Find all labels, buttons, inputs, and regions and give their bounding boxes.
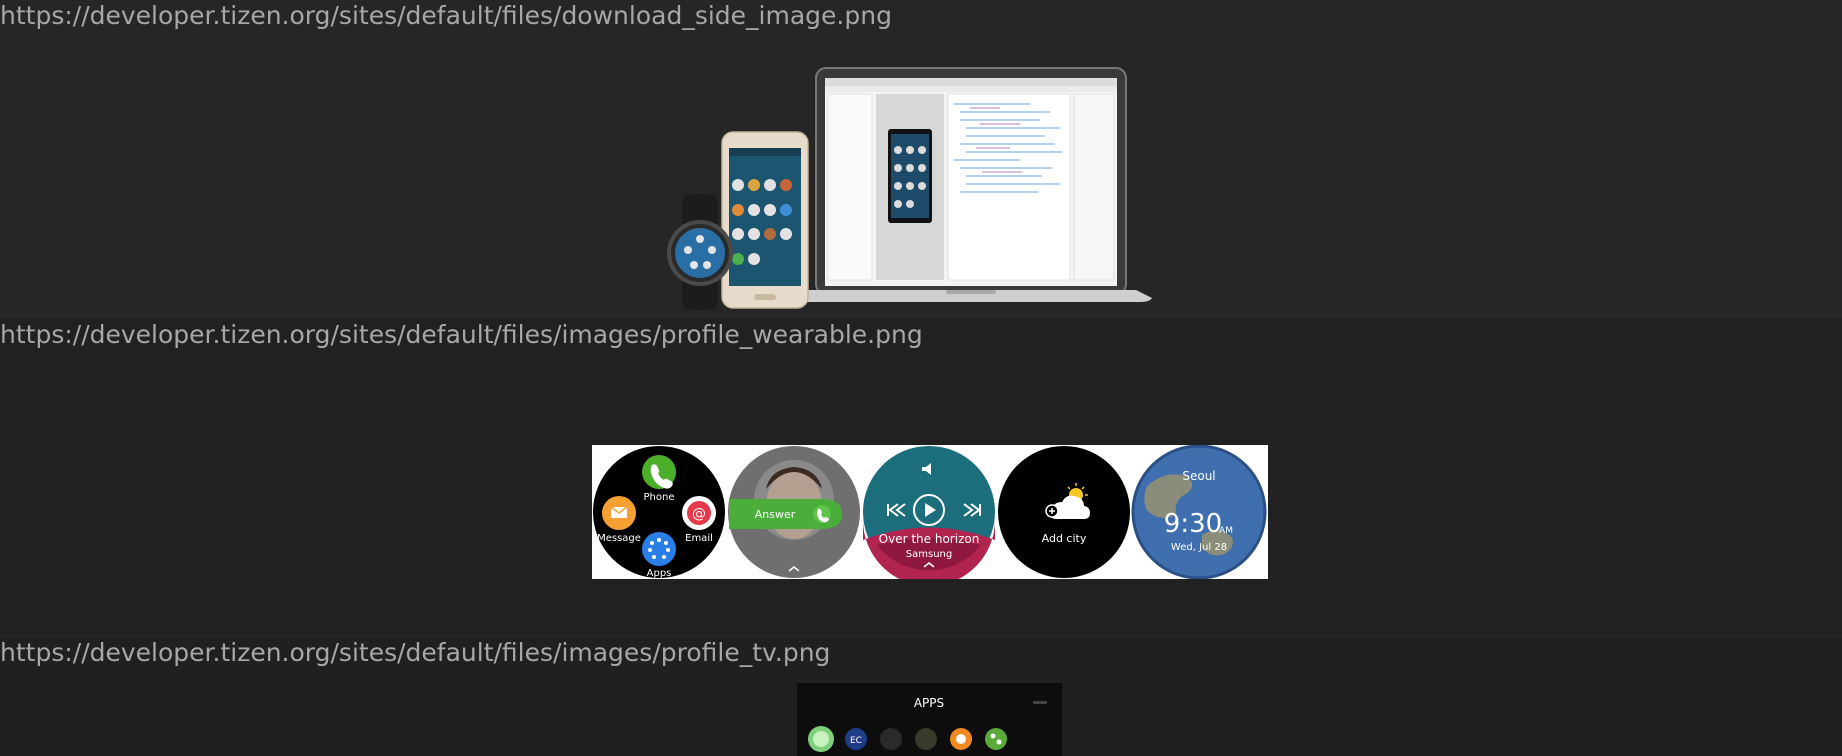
date-label: Wed, Jul 28 — [1171, 542, 1227, 553]
image-section-wearable: https://developer.tizen.org/sites/defaul… — [0, 316, 1842, 637]
city-label: Seoul — [1182, 469, 1215, 483]
phone-illustration — [721, 131, 809, 309]
image-section-tv: https://developer.tizen.org/sites/defaul… — [0, 636, 1842, 756]
devices-image — [650, 64, 1190, 314]
image-url-label: https://developer.tizen.org/sites/defaul… — [0, 638, 831, 667]
watch-weather-screen: Add city — [998, 446, 1130, 578]
tv-apps-title: APPS — [914, 696, 944, 710]
app-icon — [880, 728, 902, 750]
image-url-label: https://developer.tizen.org/sites/defaul… — [0, 320, 923, 349]
time-label: 9:30 — [1164, 509, 1222, 539]
answer-label: Answer — [755, 508, 796, 521]
app-icon — [915, 728, 937, 750]
apps-label: Apps — [647, 568, 672, 579]
email-label: Email — [685, 533, 713, 544]
watch-clock-screen: Seoul 9:30 AM Wed, Jul 28 — [1131, 445, 1267, 579]
apps-icon — [642, 532, 676, 566]
phone-label: Phone — [644, 492, 675, 503]
svg-text:@: @ — [692, 506, 706, 522]
image-url-label: https://developer.tizen.org/sites/defaul… — [0, 1, 892, 30]
song-title: Over the horizon — [879, 532, 980, 546]
laptop-illustration — [790, 67, 1152, 302]
add-city-label: Add city — [1042, 532, 1087, 545]
song-artist: Samsung — [906, 549, 952, 560]
watch-home-screen: Phone Message @ Email Apps — [593, 446, 725, 579]
wearable-profile-image: Phone Message @ Email Apps Answer Over t… — [592, 445, 1268, 579]
watch-call-screen: Answer — [728, 446, 860, 578]
ampm-label: AM — [1219, 526, 1233, 536]
image-section-download: https://developer.tizen.org/sites/defaul… — [0, 0, 1842, 316]
app-icon — [985, 728, 1007, 750]
svg-text:EC: EC — [850, 736, 862, 746]
message-label: Message — [597, 533, 641, 544]
tv-profile-image: APPS EC — [797, 683, 1062, 756]
watch-music-screen: Over the horizon Samsung — [863, 446, 995, 579]
